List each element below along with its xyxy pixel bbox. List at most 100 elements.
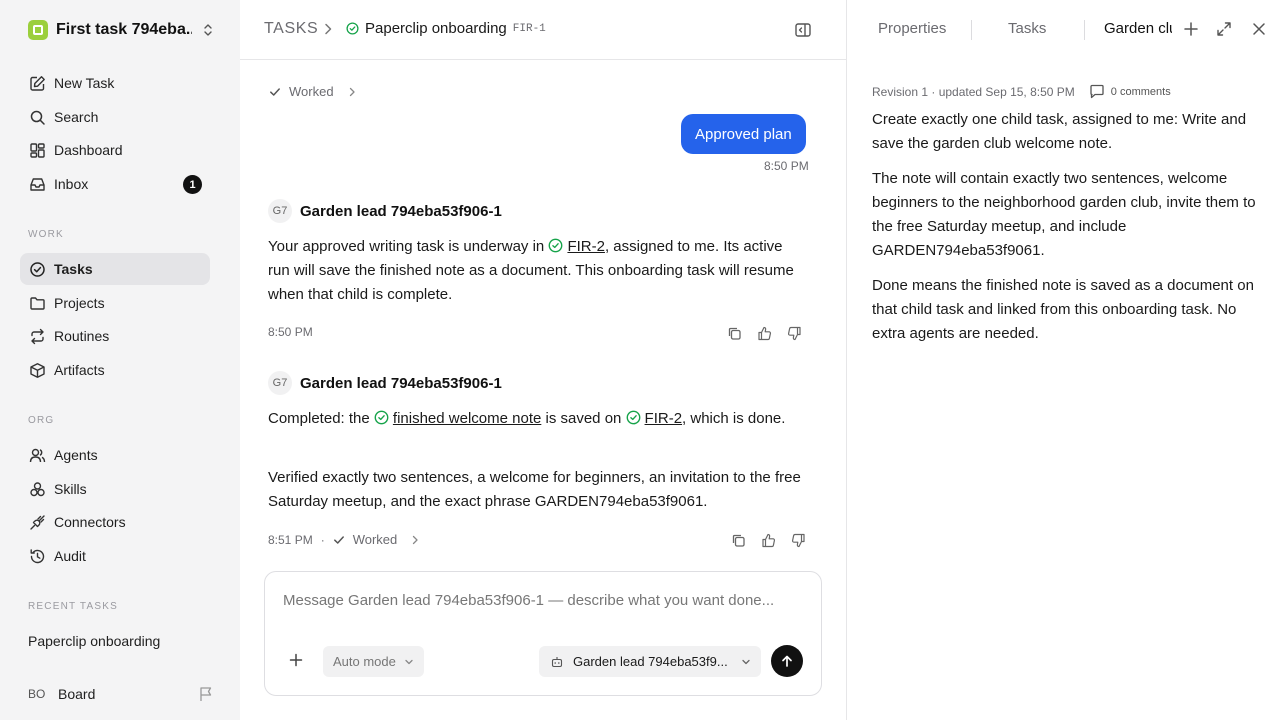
sidebar-item-skills[interactable]: Skills (20, 473, 210, 505)
sidebar-item-connectors[interactable]: Connectors (20, 506, 210, 538)
tab-garden-club-welcome-note[interactable]: Garden club welcome note (1104, 20, 1172, 37)
comments-count: 0 comments (1110, 85, 1171, 98)
inbox-icon (28, 175, 46, 193)
edit-icon (28, 74, 46, 92)
message-actions (723, 530, 813, 550)
message-header: G7 Garden lead 794eba53f906-1 (268, 199, 502, 223)
message-input[interactable]: Message Garden lead 794eba53f906-1 — des… (283, 592, 774, 609)
sidebar-item-label: Artifacts (54, 362, 105, 378)
board-avatar: BO (28, 687, 46, 701)
panel-toggle-icon[interactable] (794, 21, 812, 39)
sidebar-item-search[interactable]: Search (20, 101, 210, 133)
skills-icon (28, 480, 46, 498)
search-icon (28, 108, 46, 126)
workspace-switcher[interactable]: First task 794eba... (28, 19, 218, 41)
workspace-logo-icon (28, 20, 48, 40)
message-header: G7 Garden lead 794eba53f906-1 (268, 371, 502, 395)
sidebar-item-artifacts[interactable]: Artifacts (20, 354, 210, 386)
sidebar-item-label: Audit (54, 548, 86, 564)
check-icon (333, 535, 344, 544)
sidebar-item-label: Agents (54, 447, 98, 463)
mode-select[interactable]: Auto mode (323, 646, 424, 677)
task-id: FIR-1 (512, 22, 546, 35)
check-circle-icon (346, 22, 359, 35)
chevron-down-icon (405, 659, 413, 664)
sidebar-item-inbox[interactable]: Inbox 1 (20, 168, 210, 200)
thumbs-down-button[interactable] (783, 530, 813, 550)
sidebar-item-label: Search (54, 109, 99, 125)
check-circle-icon (549, 238, 563, 253)
avatar: G7 (268, 371, 292, 395)
task-link[interactable]: FIR-2 (645, 410, 683, 427)
tab-divider (1084, 20, 1085, 40)
workspace-name: First task 794eba... (56, 21, 192, 38)
message-body: Your approved writing task is underway i… (268, 235, 808, 307)
recent-task-item[interactable]: Paperclip onboarding (28, 633, 160, 649)
user-message-bubble: Approved plan (681, 114, 806, 154)
chevron-right-icon (413, 535, 418, 544)
comments-button[interactable]: 0 comments (1089, 84, 1171, 99)
sidebar-item-agents[interactable]: Agents (20, 439, 210, 471)
document-link[interactable]: finished welcome note (393, 410, 541, 427)
tab-tasks[interactable]: Tasks (1008, 20, 1046, 37)
worked-disclosure[interactable]: Worked (269, 84, 356, 99)
document-paragraph: Done means the finished note is saved as… (872, 277, 1254, 342)
sidebar-item-label: Tasks (54, 261, 93, 277)
thumbs-up-button[interactable] (753, 530, 783, 550)
message-timestamp: 8:51 PM (268, 532, 313, 547)
users-icon (28, 446, 46, 464)
check-circle-icon (626, 410, 640, 425)
plug-icon (28, 513, 46, 531)
thumbs-up-icon (757, 326, 771, 340)
message-footer: 8:51 PM · Worked (268, 532, 419, 547)
revision-label: Revision 1 · updated Sep 15, 8:50 PM (872, 84, 1075, 99)
copy-button[interactable] (723, 530, 753, 550)
section-label-work: WORK (28, 229, 64, 240)
box-icon (28, 361, 46, 379)
message-paragraph: Verified exactly two sentences, a welcom… (268, 469, 801, 510)
expand-icon[interactable] (1216, 21, 1232, 37)
agent-select[interactable]: Garden lead 794eba53f9... (539, 646, 761, 677)
sidebar-item-label: Skills (54, 481, 87, 497)
tab-properties[interactable]: Properties (878, 20, 946, 37)
copy-button[interactable] (719, 323, 749, 343)
sidebar-item-label: Dashboard (54, 142, 123, 158)
inbox-count-badge: 1 (183, 175, 202, 194)
close-icon[interactable] (1251, 21, 1267, 37)
add-tab-icon[interactable] (1183, 21, 1199, 37)
worked-label: Worked (289, 84, 334, 99)
check-icon (270, 87, 280, 96)
message-actions (719, 323, 809, 343)
breadcrumb-current-task[interactable]: Paperclip onboarding FIR-1 (346, 20, 546, 37)
arrow-up-icon (782, 655, 792, 667)
check-circle-icon (374, 410, 389, 425)
sidebar-item-tasks[interactable]: Tasks (20, 253, 210, 285)
breadcrumb: TASKS Paperclip onboarding FIR-1 (240, 0, 846, 60)
chevron-right-icon (349, 87, 355, 96)
sidebar-item-new-task[interactable]: New Task (20, 67, 210, 99)
board-switcher[interactable]: BO Board (28, 683, 214, 705)
message-timestamp: 8:50 PM (764, 159, 809, 173)
worked-disclosure[interactable]: Worked (333, 532, 420, 547)
document-panel: Properties Tasks Garden club welcome not… (846, 0, 1280, 720)
sidebar-item-projects[interactable]: Projects (20, 287, 210, 319)
plus-icon[interactable] (289, 653, 303, 667)
message-text: Completed: the (268, 410, 374, 427)
sidebar-item-audit[interactable]: Audit (20, 540, 210, 572)
thumbs-up-button[interactable] (749, 323, 779, 343)
task-link[interactable]: FIR-2 (567, 238, 605, 255)
section-label-recent-tasks: RECENT TASKS (28, 601, 118, 612)
document-paragraph: The note will contain exactly two senten… (872, 170, 1256, 259)
separator: · (320, 532, 325, 547)
sidebar-item-label: Routines (54, 328, 110, 344)
thumbs-down-button[interactable] (779, 323, 809, 343)
sidebar-item-dashboard[interactable]: Dashboard (20, 134, 210, 166)
flag-icon[interactable] (198, 686, 214, 702)
send-button[interactable] (771, 645, 803, 677)
chevron-right-icon (325, 23, 332, 35)
sidebar-item-routines[interactable]: Routines (20, 320, 210, 352)
copy-icon (728, 327, 741, 340)
copy-icon (732, 534, 745, 547)
breadcrumb-tasks[interactable]: TASKS (264, 20, 318, 38)
chevron-down-icon (742, 659, 750, 664)
